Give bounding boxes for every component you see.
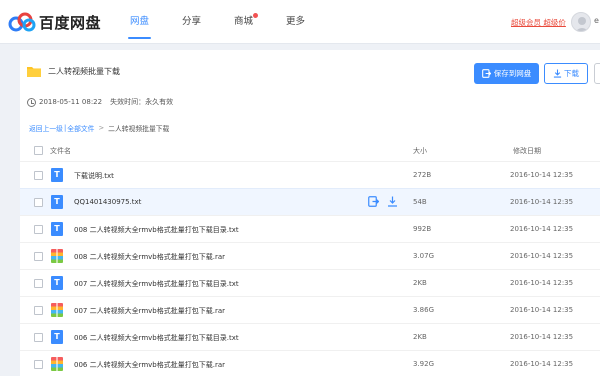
table-row[interactable]: T 008 二人转视频大全rmvb格式批量打包下载目录.txt 992B 201… — [20, 215, 600, 242]
file-name[interactable]: 007 二人转视频大全rmvb格式批量打包下载.rar — [74, 306, 225, 316]
table-header: 文件名 大小 修改日期 — [20, 139, 600, 161]
table-row[interactable]: T 006 二人转视频大全rmvb格式批量打包下载目录.txt 2KB 2016… — [20, 323, 600, 350]
txt-file-icon: T — [51, 330, 63, 344]
row-checkbox[interactable] — [34, 225, 43, 234]
file-name[interactable]: 下载说明.txt — [74, 171, 114, 181]
row-checkbox[interactable] — [34, 360, 43, 369]
logo-text: 百度网盘 — [39, 13, 102, 32]
file-date: 2016-10-14 12:35 — [510, 333, 574, 341]
column-date[interactable]: 修改日期 — [513, 146, 541, 156]
row-checkbox[interactable] — [34, 333, 43, 342]
baidu-netdisk-logo[interactable]: 百度网盘 — [8, 11, 101, 33]
breadcrumb-arrow: > — [98, 124, 105, 132]
file-size: 2KB — [413, 333, 427, 341]
row-save-icon[interactable] — [368, 196, 379, 207]
save-to-netdisk-button[interactable]: 保存到网盘 — [474, 63, 539, 84]
download-button[interactable]: 下载 — [544, 63, 588, 84]
more-actions-button[interactable] — [594, 63, 600, 84]
table-row[interactable]: T 下载说明.txt 272B 2016-10-14 12:35 — [20, 161, 600, 188]
save-icon — [481, 69, 491, 78]
file-date: 2016-10-14 12:35 — [510, 279, 574, 287]
txt-file-icon: T — [51, 276, 63, 290]
txt-file-icon: T — [51, 195, 63, 209]
row-checkbox[interactable] — [34, 171, 43, 180]
file-date: 2016-10-14 12:35 — [510, 360, 574, 368]
txt-file-icon: T — [51, 168, 63, 182]
file-date: 2016-10-14 12:35 — [510, 225, 574, 233]
file-date: 2016-10-14 12:35 — [510, 171, 574, 179]
nav-netdisk-label: 网盘 — [130, 16, 150, 27]
main-nav: 网盘 分享 商城 更多 — [126, 0, 334, 44]
share-created-time: 2018-05-11 08:22 — [39, 98, 103, 106]
file-size: 2KB — [413, 279, 427, 287]
row-checkbox[interactable] — [34, 198, 43, 207]
download-icon — [553, 69, 562, 78]
top-navigation-bar: 百度网盘 网盘 分享 商城 更多 超级会员 超级价 e — [0, 0, 600, 44]
share-meta: 2018-05-11 08:22 失效时间：永久有效 — [27, 97, 173, 107]
share-expiry: 失效时间：永久有效 — [110, 98, 174, 106]
table-row[interactable]: T 007 二人转视频大全rmvb格式批量打包下载目录.txt 2KB 2016… — [20, 269, 600, 296]
file-table: 文件名 大小 修改日期 T 下载说明.txt 272B 2016-10-14 1… — [20, 139, 600, 376]
breadcrumb-separator: | — [63, 124, 67, 132]
file-date: 2016-10-14 12:35 — [510, 306, 574, 314]
file-name[interactable]: 008 二人转视频大全rmvb格式批量打包下载目录.txt — [74, 225, 239, 235]
share-panel: 二人转视频批量下载 2018-05-11 08:22 失效时间：永久有效 保存到… — [20, 50, 600, 376]
nav-netdisk[interactable]: 网盘 — [126, 0, 153, 44]
notification-dot — [253, 13, 259, 18]
breadcrumb-all-files[interactable]: 全部文件 — [67, 123, 94, 133]
rar-archive-icon — [51, 357, 63, 371]
cloud-logo-icon — [8, 12, 36, 32]
save-button-label: 保存到网盘 — [493, 69, 532, 78]
row-download-icon[interactable] — [387, 196, 398, 207]
column-size[interactable]: 大小 — [413, 146, 427, 156]
nav-more-label: 更多 — [286, 16, 306, 27]
file-name[interactable]: 008 二人转视频大全rmvb格式批量打包下载.rar — [74, 252, 225, 262]
rar-archive-icon — [51, 303, 63, 317]
folder-icon — [27, 66, 41, 77]
column-filename[interactable]: 文件名 — [50, 146, 71, 156]
file-date: 2016-10-14 12:35 — [510, 252, 574, 260]
clock-icon — [27, 97, 36, 107]
super-vip-link[interactable]: 超级会员 超级价 — [511, 17, 566, 28]
txt-file-icon: T — [51, 222, 63, 236]
share-header: 二人转视频批量下载 — [27, 66, 120, 77]
file-size: 3.92G — [413, 360, 435, 368]
breadcrumb: 返回上一级 | 全部文件 > 二人转视频批量下载 — [29, 123, 169, 133]
file-name[interactable]: 006 二人转视频大全rmvb格式批量打包下载.rar — [74, 360, 225, 370]
nav-more[interactable]: 更多 — [282, 0, 309, 44]
table-row[interactable]: T QQ1401430975.txt 54B 2016-10-14 12:35 — [20, 188, 600, 215]
table-row[interactable]: 008 二人转视频大全rmvb格式批量打包下载.rar 3.07G 2016-1… — [20, 242, 600, 269]
username-label[interactable]: e — [594, 16, 599, 25]
file-name[interactable]: 007 二人转视频大全rmvb格式批量打包下载目录.txt — [74, 279, 239, 289]
file-name[interactable]: 006 二人转视频大全rmvb格式批量打包下载目录.txt — [74, 333, 239, 343]
select-all-checkbox[interactable] — [34, 146, 43, 155]
file-size: 3.07G — [413, 252, 435, 260]
share-title: 二人转视频批量下载 — [48, 67, 120, 76]
row-checkbox[interactable] — [34, 306, 43, 315]
nav-share[interactable]: 分享 — [178, 0, 205, 44]
file-size: 3.86G — [413, 306, 435, 314]
nav-mall[interactable]: 商城 — [230, 0, 259, 44]
file-size: 272B — [413, 171, 432, 179]
table-row[interactable]: 007 二人转视频大全rmvb格式批量打包下载.rar 3.86G 2016-1… — [20, 296, 600, 323]
table-row[interactable]: 006 二人转视频大全rmvb格式批量打包下载.rar 3.92G 2016-1… — [20, 350, 600, 376]
file-date: 2016-10-14 12:35 — [510, 198, 574, 206]
nav-mall-label: 商城 — [234, 16, 254, 27]
row-checkbox[interactable] — [34, 252, 43, 261]
nav-share-label: 分享 — [182, 16, 202, 27]
rar-archive-icon — [51, 249, 63, 263]
download-button-label: 下载 — [564, 69, 579, 78]
user-avatar[interactable] — [571, 12, 591, 32]
file-size: 54B — [413, 198, 427, 206]
file-size: 992B — [413, 225, 432, 233]
breadcrumb-back[interactable]: 返回上一级 — [29, 123, 63, 133]
file-name[interactable]: QQ1401430975.txt — [74, 198, 141, 206]
breadcrumb-current: 二人转视频批量下载 — [108, 125, 170, 133]
row-checkbox[interactable] — [34, 279, 43, 288]
